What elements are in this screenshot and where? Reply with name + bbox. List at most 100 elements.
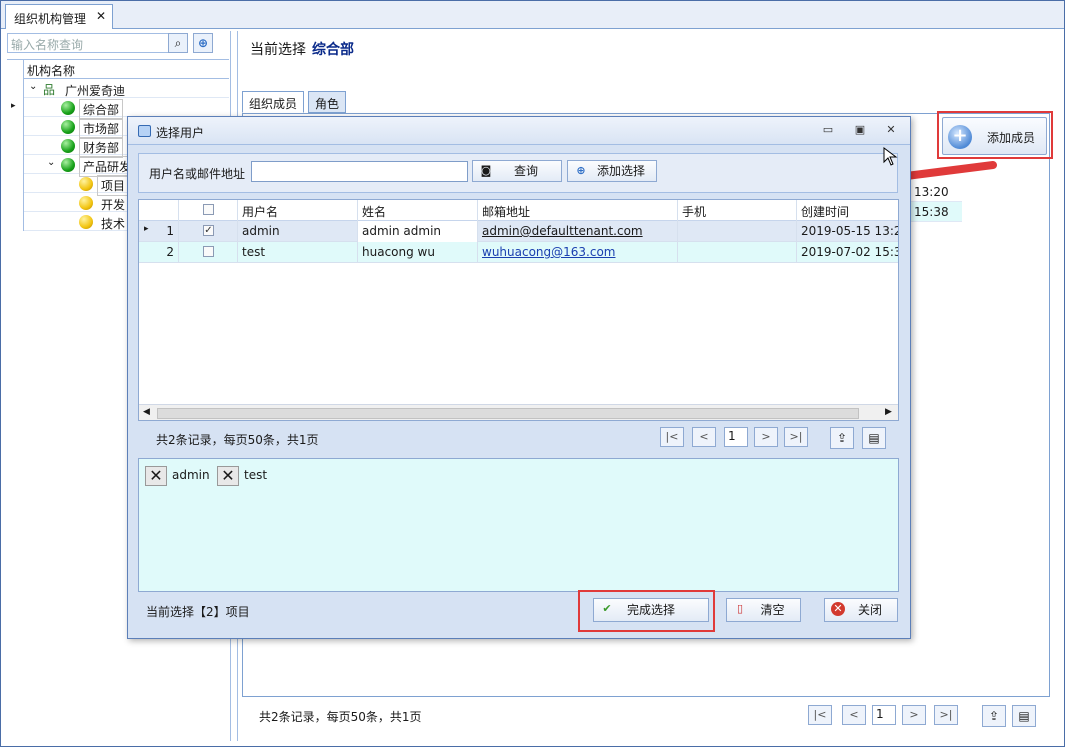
last-page-button[interactable]: >|: [934, 705, 958, 725]
column-header-created[interactable]: 创建时间: [797, 200, 898, 221]
bg-time-cell: 15:38: [910, 202, 962, 222]
cell-created: 2019-05-15 13:20: [797, 221, 898, 242]
node-label: 技术: [101, 217, 126, 231]
tree-node[interactable]: ⌄ 品 广州爱奇迪: [7, 79, 229, 98]
row-indicator: ▸: [7, 98, 24, 117]
export-icon[interactable]: ⇪: [982, 705, 1006, 727]
save-icon[interactable]: ▤: [1012, 705, 1036, 727]
row-indicator: [7, 193, 24, 212]
select-all-checkbox[interactable]: [203, 204, 214, 215]
save-icon[interactable]: ▤: [862, 427, 886, 449]
chevron-down-icon[interactable]: ⌄: [29, 81, 37, 92]
table-row[interactable]: 2 test huacong wu wuhuacong@163.com 2019…: [139, 242, 898, 263]
dialog-title: 选择用户: [156, 126, 205, 140]
tree-header: 机构名称: [7, 59, 229, 79]
column-header-email[interactable]: 邮箱地址: [478, 200, 678, 221]
search-button-label: 查询: [513, 164, 538, 178]
query-bar: 用户名或邮件地址 ◙ 查询 ⊕ 添加选择: [138, 153, 898, 193]
scroll-left-icon[interactable]: ◀: [143, 407, 150, 417]
tab-members[interactable]: 组织成员: [242, 91, 305, 113]
clear-icon: ▯: [736, 602, 744, 615]
add-node-icon[interactable]: ⊕: [193, 33, 213, 53]
current-selection: 当前选择 综合部: [250, 39, 354, 59]
cell-email[interactable]: admin@defaulttenant.com: [478, 221, 678, 242]
row-pointer-icon: ▸: [144, 224, 149, 234]
last-page-button[interactable]: >|: [784, 427, 808, 447]
first-page-button[interactable]: |<: [660, 427, 684, 447]
prev-page-button[interactable]: <: [842, 705, 866, 725]
row-indicator: [7, 117, 24, 136]
export-icon[interactable]: ⇪: [830, 427, 854, 449]
status-yellow-icon: [79, 177, 93, 191]
status-green-icon: [61, 139, 75, 153]
main-pager: |< < 1 > >| ⇪ ▤: [808, 705, 1038, 727]
tree-node[interactable]: ▸ 综合部: [7, 98, 229, 120]
page-input[interactable]: 1: [872, 705, 896, 725]
dialog-close-button[interactable]: ✕ 关闭: [824, 598, 898, 622]
table-row[interactable]: ▸ 1 ✓ admin admin admin admin@defaulttena…: [139, 221, 898, 242]
close-label: 关闭: [857, 603, 882, 617]
cell-name: huacong wu: [358, 242, 478, 263]
cell-name: admin admin: [358, 221, 478, 242]
row-checkbox[interactable]: ✓: [203, 225, 214, 236]
row-number: ▸ 1: [139, 221, 179, 242]
row-indicator: [7, 60, 24, 79]
status-yellow-icon: [79, 196, 93, 210]
tab-title: 组织机构管理: [14, 12, 87, 26]
tag-label: test: [244, 468, 268, 482]
column-header-index: [139, 200, 179, 221]
column-header-phone[interactable]: 手机: [678, 200, 797, 221]
row-checkbox[interactable]: [203, 246, 214, 257]
search-icon[interactable]: ⌕: [168, 33, 188, 53]
scroll-thumb[interactable]: [157, 408, 859, 419]
column-header-check[interactable]: [179, 200, 238, 221]
next-page-button[interactable]: >: [902, 705, 926, 725]
column-header-name[interactable]: 姓名: [358, 200, 478, 221]
query-label: 用户名或邮件地址: [149, 167, 246, 181]
prev-page-button[interactable]: <: [692, 427, 716, 447]
plus-icon: ⊕: [576, 164, 586, 177]
maximize-icon[interactable]: ▣: [852, 122, 868, 138]
status-green-icon: [61, 120, 75, 134]
page-input[interactable]: 1: [724, 427, 748, 447]
horizontal-scrollbar[interactable]: ◀ ▶: [139, 404, 898, 420]
search-input[interactable]: 输入名称查询: [7, 33, 173, 53]
column-header-username[interactable]: 用户名: [238, 200, 358, 221]
close-circle-icon: ✕: [831, 602, 845, 616]
dialog-titlebar: 选择用户 ▭ ▣ ✕: [128, 117, 910, 145]
remove-icon[interactable]: ✕: [217, 466, 239, 486]
dialog-status-text: 共2条记录，每页50条，共1页: [156, 433, 319, 447]
clear-button[interactable]: ▯ 清空: [726, 598, 801, 622]
selected-users-area: ✕ admin ✕ test: [138, 458, 899, 592]
close-icon[interactable]: ✕: [96, 9, 106, 23]
scroll-right-icon[interactable]: ▶: [885, 407, 892, 417]
first-page-button[interactable]: |<: [808, 705, 832, 725]
tab-org-management[interactable]: 组织机构管理 ✕: [5, 4, 113, 29]
add-selection-button[interactable]: ⊕ 添加选择: [567, 160, 657, 182]
binoculars-icon: ◙: [480, 164, 492, 177]
tab-roles[interactable]: 角色: [308, 91, 347, 113]
row-indicator: [7, 174, 24, 193]
tag-label: admin: [172, 468, 210, 482]
org-icon: 品: [43, 83, 56, 97]
next-page-button[interactable]: >: [754, 427, 778, 447]
search-button[interactable]: ◙ 查询: [472, 160, 562, 182]
cell-email[interactable]: wuhuacong@163.com: [478, 242, 678, 263]
current-value: 综合部: [312, 42, 354, 58]
row-indicator: [7, 212, 24, 231]
minimize-icon[interactable]: ▭: [820, 122, 836, 138]
cell-created: 2019-07-02 15:38: [797, 242, 898, 263]
highlight-box: [578, 590, 715, 632]
row-check-cell[interactable]: [179, 242, 238, 263]
remove-icon[interactable]: ✕: [145, 466, 167, 486]
dialog-pager: |< < 1 > >| ⇪ ▤: [660, 427, 896, 449]
chevron-down-icon[interactable]: ⌄: [47, 157, 55, 168]
query-input[interactable]: [251, 161, 468, 182]
document-tab-strip: 组织机构管理 ✕: [1, 1, 1064, 29]
row-indicator: [7, 79, 24, 98]
status-green-icon: [61, 101, 75, 115]
grid-header: 用户名 姓名 邮箱地址 手机 创建时间: [139, 200, 898, 221]
close-icon[interactable]: ✕: [883, 122, 899, 138]
status-text: 共2条记录，每页50条，共1页: [259, 710, 422, 724]
row-check-cell[interactable]: ✓: [179, 221, 238, 242]
